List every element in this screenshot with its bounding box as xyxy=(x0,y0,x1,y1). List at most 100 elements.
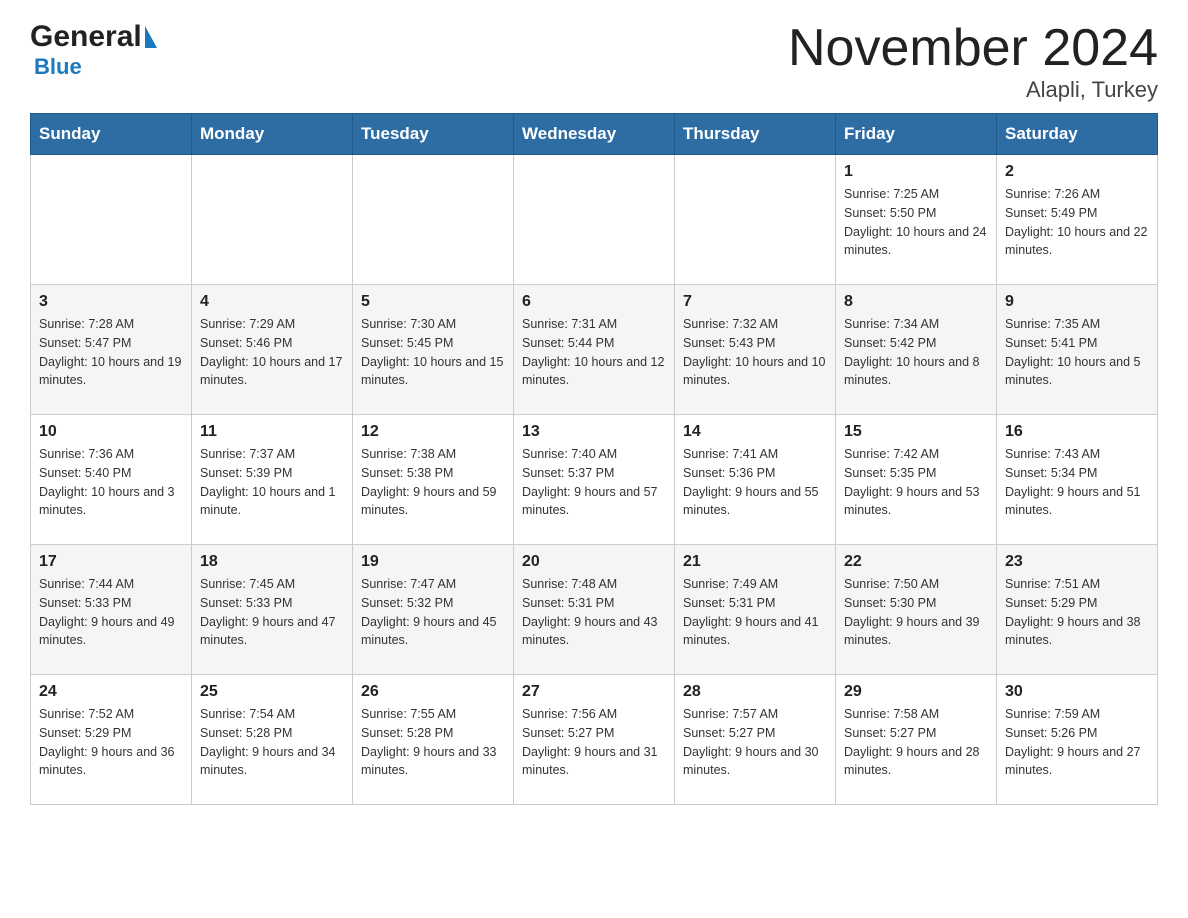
calendar-cell: 4 Sunrise: 7:29 AMSunset: 5:46 PMDaylight… xyxy=(192,285,353,415)
day-info: Sunrise: 7:51 AMSunset: 5:29 PMDaylight:… xyxy=(1005,575,1149,650)
calendar-title: November 2024 xyxy=(788,20,1158,77)
day-number: 26 xyxy=(361,683,505,701)
day-info: Sunrise: 7:36 AMSunset: 5:40 PMDaylight:… xyxy=(39,445,183,520)
calendar-cell: 20 Sunrise: 7:48 AMSunset: 5:31 PMDayligh… xyxy=(514,545,675,675)
calendar-cell: 19 Sunrise: 7:47 AMSunset: 5:32 PMDayligh… xyxy=(353,545,514,675)
calendar-cell: 27 Sunrise: 7:56 AMSunset: 5:27 PMDayligh… xyxy=(514,675,675,805)
logo-general-text: General xyxy=(30,20,142,54)
day-info: Sunrise: 7:50 AMSunset: 5:30 PMDaylight:… xyxy=(844,575,988,650)
day-info: Sunrise: 7:49 AMSunset: 5:31 PMDaylight:… xyxy=(683,575,827,650)
calendar-cell: 1Sunrise: 7:25 AMSunset: 5:50 PMDaylight… xyxy=(836,155,997,285)
col-wednesday: Wednesday xyxy=(514,114,675,155)
calendar-week-row: 3 Sunrise: 7:28 AMSunset: 5:47 PMDaylight… xyxy=(31,285,1158,415)
day-number: 28 xyxy=(683,683,827,701)
day-info: Sunrise: 7:35 AMSunset: 5:41 PMDaylight:… xyxy=(1005,315,1149,390)
calendar-cell: 5 Sunrise: 7:30 AMSunset: 5:45 PMDaylight… xyxy=(353,285,514,415)
day-info: Sunrise: 7:41 AMSunset: 5:36 PMDaylight:… xyxy=(683,445,827,520)
day-number: 27 xyxy=(522,683,666,701)
calendar-table: Sunday Monday Tuesday Wednesday Thursday… xyxy=(30,113,1158,805)
col-monday: Monday xyxy=(192,114,353,155)
calendar-header-row: Sunday Monday Tuesday Wednesday Thursday… xyxy=(31,114,1158,155)
calendar-cell: 26 Sunrise: 7:55 AMSunset: 5:28 PMDayligh… xyxy=(353,675,514,805)
day-number: 30 xyxy=(1005,683,1149,701)
day-number: 12 xyxy=(361,423,505,441)
day-number: 17 xyxy=(39,553,183,571)
col-thursday: Thursday xyxy=(675,114,836,155)
logo-blue-text: Blue xyxy=(34,54,82,80)
day-info: Sunrise: 7:48 AMSunset: 5:31 PMDaylight:… xyxy=(522,575,666,650)
day-number: 14 xyxy=(683,423,827,441)
calendar-cell: 23 Sunrise: 7:51 AMSunset: 5:29 PMDayligh… xyxy=(997,545,1158,675)
day-number: 25 xyxy=(200,683,344,701)
calendar-cell: 7Sunrise: 7:32 AMSunset: 5:43 PMDaylight… xyxy=(675,285,836,415)
calendar-cell: 6Sunrise: 7:31 AMSunset: 5:44 PMDaylight… xyxy=(514,285,675,415)
day-info: Sunrise: 7:25 AMSunset: 5:50 PMDaylight:… xyxy=(844,185,988,260)
day-number: 13 xyxy=(522,423,666,441)
calendar-cell: 8 Sunrise: 7:34 AMSunset: 5:42 PMDaylight… xyxy=(836,285,997,415)
calendar-cell xyxy=(31,155,192,285)
calendar-cell: 22 Sunrise: 7:50 AMSunset: 5:30 PMDayligh… xyxy=(836,545,997,675)
day-number: 2 xyxy=(1005,163,1149,181)
title-block: November 2024 Alapli, Turkey xyxy=(788,20,1158,103)
day-number: 23 xyxy=(1005,553,1149,571)
day-number: 9 xyxy=(1005,293,1149,311)
day-number: 22 xyxy=(844,553,988,571)
day-number: 21 xyxy=(683,553,827,571)
page-header: General Blue November 2024 Alapli, Turke… xyxy=(30,20,1158,103)
day-number: 10 xyxy=(39,423,183,441)
day-number: 11 xyxy=(200,423,344,441)
day-info: Sunrise: 7:57 AMSunset: 5:27 PMDaylight:… xyxy=(683,705,827,780)
logo-triangle-icon xyxy=(145,26,157,48)
calendar-cell: 30 Sunrise: 7:59 AMSunset: 5:26 PMDayligh… xyxy=(997,675,1158,805)
day-number: 19 xyxy=(361,553,505,571)
day-number: 3 xyxy=(39,293,183,311)
col-friday: Friday xyxy=(836,114,997,155)
calendar-cell: 14 Sunrise: 7:41 AMSunset: 5:36 PMDayligh… xyxy=(675,415,836,545)
day-info: Sunrise: 7:32 AMSunset: 5:43 PMDaylight:… xyxy=(683,315,827,390)
calendar-cell: 2 Sunrise: 7:26 AMSunset: 5:49 PMDaylight… xyxy=(997,155,1158,285)
col-sunday: Sunday xyxy=(31,114,192,155)
calendar-cell: 16Sunrise: 7:43 AMSunset: 5:34 PMDayligh… xyxy=(997,415,1158,545)
day-info: Sunrise: 7:47 AMSunset: 5:32 PMDaylight:… xyxy=(361,575,505,650)
day-number: 18 xyxy=(200,553,344,571)
day-number: 8 xyxy=(844,293,988,311)
calendar-cell: 9 Sunrise: 7:35 AMSunset: 5:41 PMDaylight… xyxy=(997,285,1158,415)
day-number: 24 xyxy=(39,683,183,701)
calendar-cell: 21 Sunrise: 7:49 AMSunset: 5:31 PMDayligh… xyxy=(675,545,836,675)
calendar-cell xyxy=(353,155,514,285)
day-number: 4 xyxy=(200,293,344,311)
calendar-cell: 17 Sunrise: 7:44 AMSunset: 5:33 PMDayligh… xyxy=(31,545,192,675)
calendar-subtitle: Alapli, Turkey xyxy=(788,77,1158,103)
day-number: 5 xyxy=(361,293,505,311)
day-info: Sunrise: 7:26 AMSunset: 5:49 PMDaylight:… xyxy=(1005,185,1149,260)
calendar-cell: 24Sunrise: 7:52 AMSunset: 5:29 PMDayligh… xyxy=(31,675,192,805)
calendar-cell: 28 Sunrise: 7:57 AMSunset: 5:27 PMDayligh… xyxy=(675,675,836,805)
calendar-cell: 10 Sunrise: 7:36 AMSunset: 5:40 PMDayligh… xyxy=(31,415,192,545)
day-info: Sunrise: 7:30 AMSunset: 5:45 PMDaylight:… xyxy=(361,315,505,390)
day-info: Sunrise: 7:37 AMSunset: 5:39 PMDaylight:… xyxy=(200,445,344,520)
day-info: Sunrise: 7:42 AMSunset: 5:35 PMDaylight:… xyxy=(844,445,988,520)
day-info: Sunrise: 7:59 AMSunset: 5:26 PMDaylight:… xyxy=(1005,705,1149,780)
day-number: 29 xyxy=(844,683,988,701)
day-info: Sunrise: 7:28 AMSunset: 5:47 PMDaylight:… xyxy=(39,315,183,390)
calendar-cell: 15Sunrise: 7:42 AMSunset: 5:35 PMDayligh… xyxy=(836,415,997,545)
calendar-week-row: 24Sunrise: 7:52 AMSunset: 5:29 PMDayligh… xyxy=(31,675,1158,805)
calendar-cell: 18 Sunrise: 7:45 AMSunset: 5:33 PMDayligh… xyxy=(192,545,353,675)
calendar-cell xyxy=(675,155,836,285)
calendar-week-row: 10 Sunrise: 7:36 AMSunset: 5:40 PMDayligh… xyxy=(31,415,1158,545)
logo: General Blue xyxy=(30,20,157,80)
day-info: Sunrise: 7:45 AMSunset: 5:33 PMDaylight:… xyxy=(200,575,344,650)
day-info: Sunrise: 7:58 AMSunset: 5:27 PMDaylight:… xyxy=(844,705,988,780)
day-info: Sunrise: 7:54 AMSunset: 5:28 PMDaylight:… xyxy=(200,705,344,780)
col-saturday: Saturday xyxy=(997,114,1158,155)
day-info: Sunrise: 7:56 AMSunset: 5:27 PMDaylight:… xyxy=(522,705,666,780)
day-number: 16 xyxy=(1005,423,1149,441)
day-info: Sunrise: 7:34 AMSunset: 5:42 PMDaylight:… xyxy=(844,315,988,390)
day-number: 6 xyxy=(522,293,666,311)
day-info: Sunrise: 7:29 AMSunset: 5:46 PMDaylight:… xyxy=(200,315,344,390)
day-number: 20 xyxy=(522,553,666,571)
day-info: Sunrise: 7:44 AMSunset: 5:33 PMDaylight:… xyxy=(39,575,183,650)
calendar-cell: 13Sunrise: 7:40 AMSunset: 5:37 PMDayligh… xyxy=(514,415,675,545)
day-info: Sunrise: 7:55 AMSunset: 5:28 PMDaylight:… xyxy=(361,705,505,780)
calendar-cell: 3 Sunrise: 7:28 AMSunset: 5:47 PMDaylight… xyxy=(31,285,192,415)
